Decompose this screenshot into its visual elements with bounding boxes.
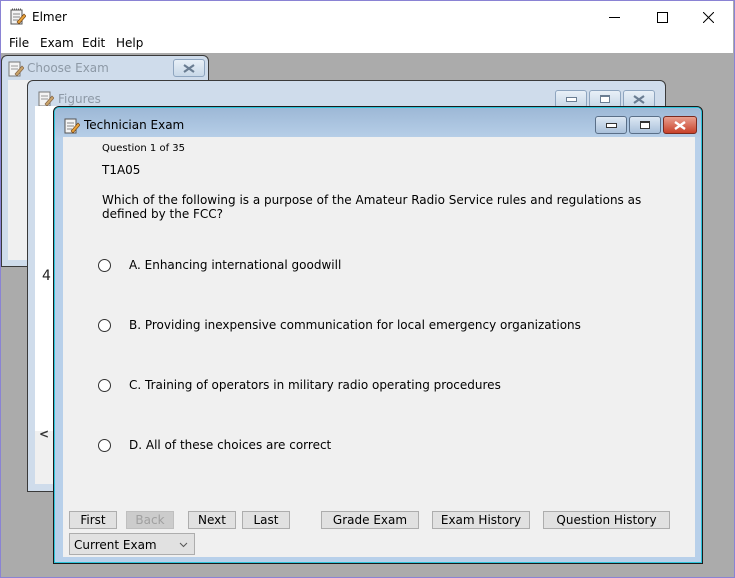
figure-text: 4 <box>42 268 51 284</box>
last-button[interactable]: Last <box>242 511 290 529</box>
minimize-button[interactable] <box>591 3 637 32</box>
menu-exam[interactable]: Exam <box>40 36 74 50</box>
question-text: Which of the following is a purpose of t… <box>102 193 642 221</box>
maximize-icon <box>656 12 668 23</box>
menu-edit[interactable]: Edit <box>82 36 105 50</box>
exam-mode-value: Current Exam <box>74 538 157 552</box>
maximize-button[interactable] <box>629 116 661 134</box>
question-counter: Question 1 of 35 <box>102 143 185 154</box>
maximize-icon <box>640 121 650 129</box>
answer-option-b[interactable]: B. Providing inexpensive communication f… <box>98 318 581 332</box>
menu-bar: File Exam Edit Help <box>1 32 733 53</box>
window-title: Choose Exam <box>27 61 109 75</box>
close-button[interactable] <box>663 116 697 134</box>
radio-button[interactable] <box>98 318 111 332</box>
notepad-pencil-icon <box>64 118 80 134</box>
window-title: Technician Exam <box>84 118 185 132</box>
back-button[interactable]: Back <box>126 511 174 529</box>
answer-option-c[interactable]: C. Training of operators in military rad… <box>98 378 501 392</box>
next-button[interactable]: Next <box>188 511 236 529</box>
close-icon <box>633 94 645 104</box>
app-titlebar: Elmer <box>1 1 733 32</box>
minimize-icon <box>565 96 577 102</box>
close-button[interactable] <box>685 3 731 32</box>
menu-help[interactable]: Help <box>116 36 143 50</box>
answer-label: D. All of these choices are correct <box>129 438 332 452</box>
app-title: Elmer <box>32 10 67 24</box>
notepad-pencil-icon <box>38 91 54 107</box>
answer-label: B. Providing inexpensive communication f… <box>129 318 581 332</box>
radio-button[interactable] <box>98 258 111 272</box>
answer-label: A. Enhancing international goodwill <box>129 258 342 272</box>
chevron-down-icon <box>179 542 188 548</box>
maximize-icon <box>600 95 610 103</box>
minimize-icon <box>608 17 620 18</box>
question-id: T1A05 <box>102 163 141 177</box>
menu-file[interactable]: File <box>9 36 29 50</box>
close-icon <box>702 12 714 23</box>
scroll-left-arrow-icon[interactable]: < <box>39 427 49 441</box>
close-icon <box>183 63 195 73</box>
notepad-pencil-icon <box>10 8 26 25</box>
close-button[interactable] <box>173 59 205 77</box>
exam-content: Question 1 of 35 T1A05 Which of the foll… <box>63 137 695 557</box>
question-history-button[interactable]: Question History <box>543 511 670 529</box>
radio-button[interactable] <box>98 378 111 392</box>
notepad-pencil-icon <box>8 61 24 77</box>
exam-history-button[interactable]: Exam History <box>432 511 530 529</box>
minimize-button[interactable] <box>595 116 627 134</box>
minimize-icon <box>605 122 617 128</box>
answer-label: C. Training of operators in military rad… <box>129 378 501 392</box>
grade-exam-button[interactable]: Grade Exam <box>321 511 419 529</box>
answer-option-a[interactable]: A. Enhancing international goodwill <box>98 258 341 272</box>
exam-mode-select[interactable]: Current Exam <box>69 533 195 555</box>
maximize-button[interactable] <box>639 3 685 32</box>
window-title: Figures <box>58 92 101 106</box>
technician-exam-window[interactable]: Technician Exam Question 1 of 35 T1A05 W… <box>53 106 703 564</box>
radio-button[interactable] <box>98 438 111 452</box>
answer-option-d[interactable]: D. All of these choices are correct <box>98 438 331 452</box>
close-icon <box>674 120 686 130</box>
first-button[interactable]: First <box>69 511 117 529</box>
